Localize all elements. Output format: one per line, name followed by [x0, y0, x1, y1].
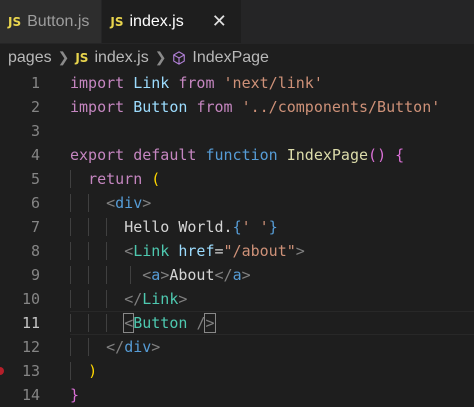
breadcrumb-symbol[interactable]: IndexPage [192, 49, 269, 67]
indent-guide [88, 194, 89, 212]
line-number: 5 [30, 170, 40, 188]
js-file-icon: JS [75, 50, 89, 65]
code-text: import Button from '../components/Button… [70, 98, 441, 116]
line-number: 4 [30, 146, 40, 164]
indent-guide [88, 218, 89, 236]
code-text: <Link href="/about"> [70, 242, 305, 260]
indent-guide [88, 314, 89, 332]
code-line-current[interactable]: 11 <Button /> [0, 311, 474, 335]
code-text: } [70, 386, 80, 404]
line-number: 14 [21, 386, 40, 404]
tab-bar-filler [241, 0, 474, 43]
chevron-right-icon: ❯ [154, 49, 167, 65]
code-line[interactable]: 2 import Button from '../components/Butt… [0, 95, 474, 119]
code-text: return ( [70, 170, 160, 188]
indent-guide [70, 290, 71, 308]
code-line[interactable]: 9 <a>About</a> [0, 263, 474, 287]
code-text: Hello World.{' '} [70, 218, 278, 236]
line-number: 10 [21, 290, 40, 308]
indent-guide [70, 242, 71, 260]
tab-index-js[interactable]: JS index.js ✕ [102, 0, 242, 43]
code-line[interactable]: 14 } [0, 383, 474, 407]
code-text: <a>About</a> [70, 266, 251, 284]
code-line[interactable]: 4 export default function IndexPage() { [0, 143, 474, 167]
code-text: <div> [70, 194, 151, 212]
indent-guide [106, 266, 107, 284]
tab-button-js[interactable]: JS Button.js [0, 0, 103, 43]
chevron-right-icon: ❯ [57, 49, 70, 65]
indent-guide [70, 194, 71, 212]
line-number: 6 [30, 194, 40, 212]
cube-icon [173, 50, 186, 65]
code-line[interactable]: 7 Hello World.{' '} [0, 215, 474, 239]
indent-guide [106, 290, 107, 308]
tab-label: Button.js [27, 12, 90, 30]
line-number: 3 [30, 122, 40, 140]
line-number: 12 [21, 338, 40, 356]
code-text: </div> [70, 338, 160, 356]
indent-guide [70, 170, 71, 188]
line-number: 8 [30, 242, 40, 260]
breadcrumb-folder[interactable]: pages [8, 49, 52, 67]
indent-guide [106, 218, 107, 236]
js-file-icon: JS [110, 14, 124, 29]
indent-guide [88, 242, 89, 260]
line-number: 2 [30, 98, 40, 116]
line-number: 9 [30, 266, 40, 284]
indent-guide [88, 338, 89, 356]
line-number: 11 [21, 314, 40, 332]
breadcrumb-file[interactable]: index.js [94, 49, 148, 67]
editor-tab-bar: JS Button.js JS index.js ✕ [0, 0, 474, 44]
code-line[interactable]: 10 </Link> [0, 287, 474, 311]
indent-guide [70, 314, 71, 332]
indent-guide [70, 362, 71, 380]
close-icon[interactable]: ✕ [212, 11, 227, 32]
indent-guide [70, 338, 71, 356]
code-text: </Link> [70, 290, 187, 308]
js-file-icon: JS [8, 14, 22, 29]
indent-guide [106, 242, 107, 260]
code-line[interactable]: 12 </div> [0, 335, 474, 359]
line-number: 1 [30, 74, 40, 92]
indent-guide [88, 290, 89, 308]
code-text: import Link from 'next/link' [70, 74, 323, 92]
code-text: export default function IndexPage() { [70, 146, 405, 164]
code-text: ) [70, 362, 97, 380]
indent-guide [88, 266, 89, 284]
code-line[interactable]: 13 ) [0, 359, 474, 383]
code-line[interactable]: 5 return ( [0, 167, 474, 191]
indent-guide [106, 314, 107, 332]
breadcrumb: pages ❯ JS index.js ❯ IndexPage [0, 44, 474, 71]
tab-label: index.js [129, 12, 184, 30]
indent-guide [70, 218, 71, 236]
code-line[interactable]: 3 [0, 119, 474, 143]
line-number: 13 [21, 362, 40, 380]
indent-guide [130, 266, 131, 284]
code-line[interactable]: 1 import Link from 'next/link' [0, 71, 474, 95]
indent-guide [70, 266, 71, 284]
code-text: <Button /> [70, 313, 216, 333]
code-line[interactable]: 8 <Link href="/about"> [0, 239, 474, 263]
code-line[interactable]: 6 <div> [0, 191, 474, 215]
code-editor[interactable]: 1 import Link from 'next/link' 2 import … [0, 71, 474, 407]
line-number: 7 [30, 218, 40, 236]
